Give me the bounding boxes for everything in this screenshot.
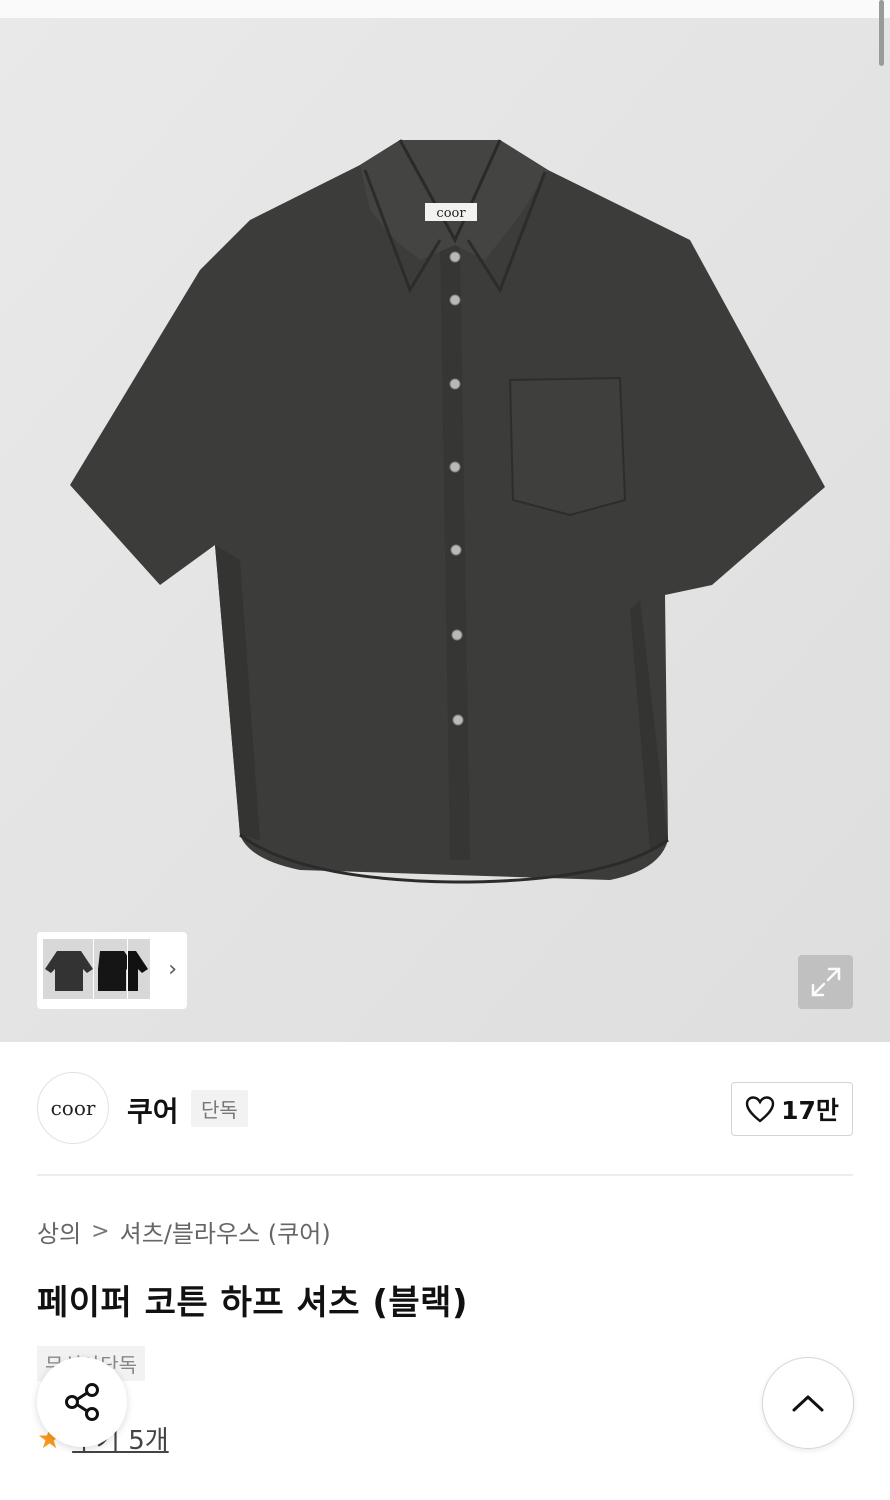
product-image[interactable]: coor › [0, 18, 890, 1042]
like-count: 17만 [781, 1096, 839, 1125]
share-icon [65, 1383, 99, 1421]
expand-icon [811, 967, 840, 997]
chevron-up-icon [792, 1395, 824, 1412]
divider [37, 1174, 853, 1176]
thumbnail-strip[interactable]: › [37, 932, 187, 1009]
chevron-right-icon[interactable]: › [168, 959, 177, 981]
breadcrumb-item-subcategory[interactable]: 셔츠/블라우스 (쿠어) [120, 1214, 331, 1249]
brand-logo[interactable]: coor [37, 1072, 109, 1144]
thumbnail-charcoal[interactable] [42, 938, 96, 1000]
shirt-illustration: coor [0, 18, 890, 1042]
like-button[interactable]: 17만 [731, 1082, 853, 1136]
scrollbar[interactable] [879, 0, 884, 66]
exclusive-brand-badge: 단독 [191, 1090, 248, 1127]
share-button[interactable] [37, 1357, 127, 1447]
breadcrumb: 상의 > 셔츠/블라우스 (쿠어) [37, 1214, 331, 1249]
browser-top-bar [0, 0, 890, 19]
thumbnail-black-2[interactable] [127, 938, 151, 1000]
breadcrumb-item-category[interactable]: 상의 [37, 1214, 81, 1249]
heart-icon [745, 1096, 775, 1123]
brand-logo-text: coor [50, 1096, 96, 1120]
scroll-top-button[interactable] [762, 1357, 854, 1449]
brand-name[interactable]: 쿠어 [127, 1090, 179, 1130]
expand-button[interactable] [798, 955, 853, 1009]
brand-row: coor 쿠어 단독 17만 [37, 1072, 853, 1148]
product-title: 페이퍼 코튼 하프 셔츠 (블랙) [37, 1283, 469, 1323]
breadcrumb-separator: > [91, 1219, 110, 1244]
shirt-label-text: coor [436, 206, 466, 221]
